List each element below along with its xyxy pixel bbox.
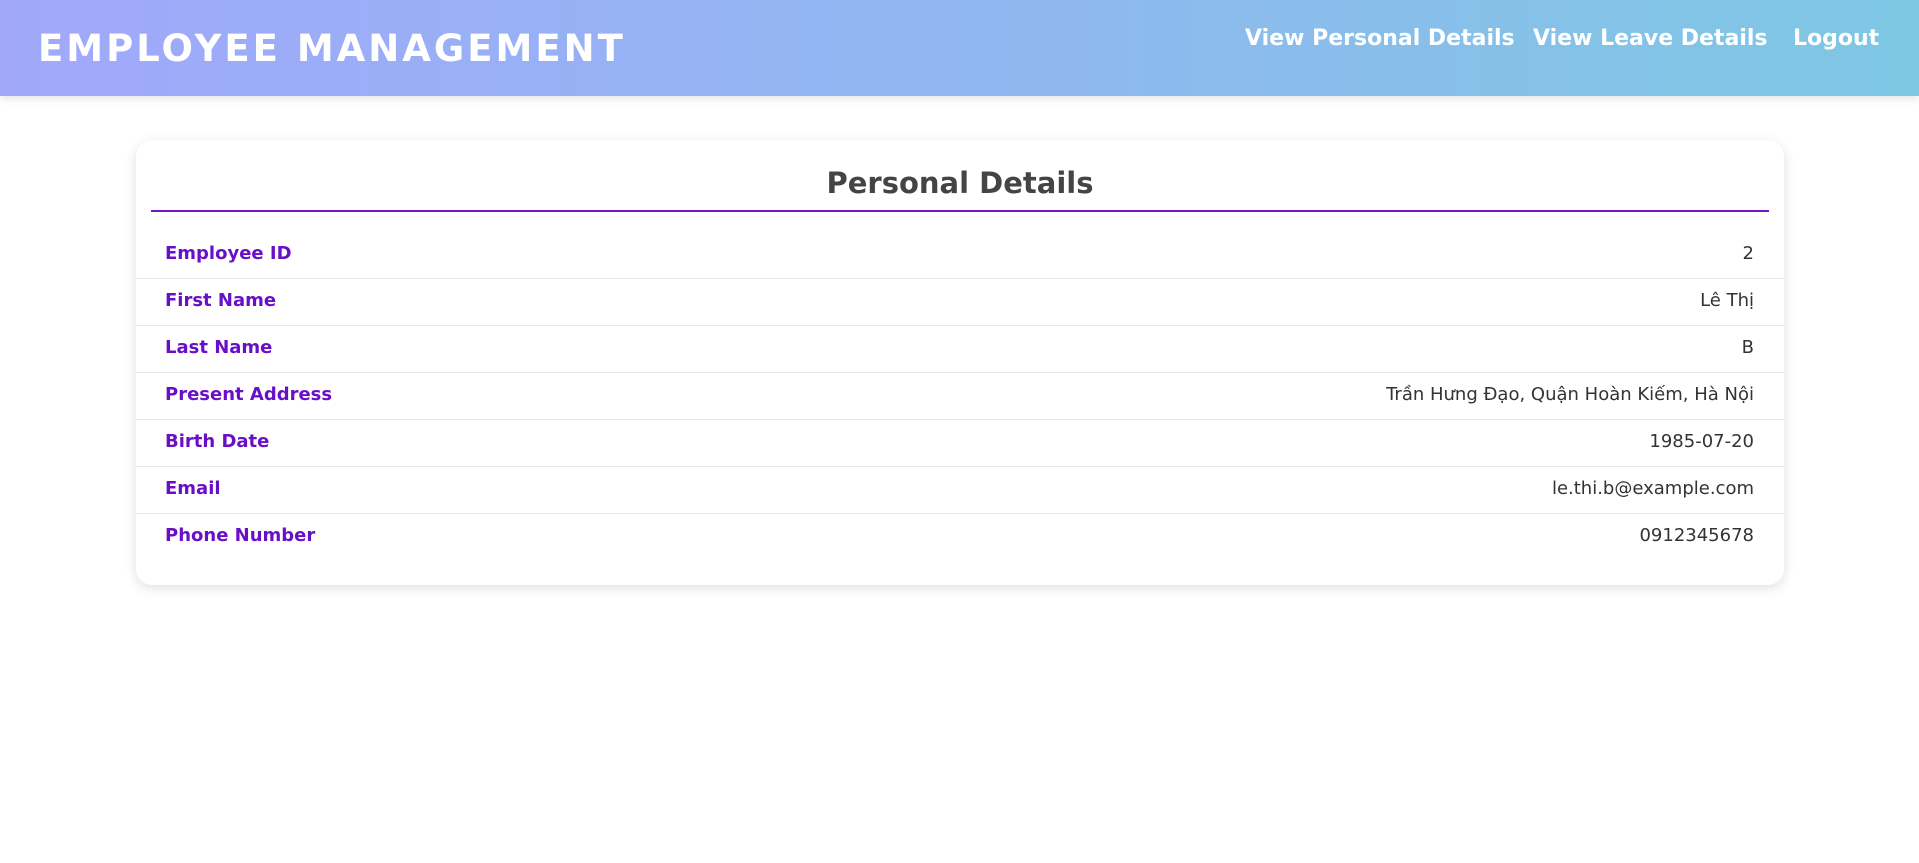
detail-value: B bbox=[1741, 337, 1754, 358]
detail-value: Lê Thị bbox=[1700, 290, 1754, 311]
detail-label: Last Name bbox=[165, 337, 273, 358]
detail-label: Email bbox=[165, 478, 221, 499]
personal-details-card: Personal Details Employee ID 2 First Nam… bbox=[136, 140, 1784, 585]
detail-row-employee-id: Employee ID 2 bbox=[136, 232, 1784, 279]
detail-value: Trần Hưng Đạo, Quận Hoàn Kiếm, Hà Nội bbox=[1386, 384, 1754, 405]
detail-value: le.thi.b@example.com bbox=[1551, 478, 1754, 499]
detail-row-present-address: Present Address Trần Hưng Đạo, Quận Hoàn… bbox=[136, 373, 1784, 420]
title-divider bbox=[151, 210, 1769, 212]
detail-label: Present Address bbox=[165, 384, 333, 405]
detail-label: Employee ID bbox=[165, 243, 292, 264]
details-list: Employee ID 2 First Name Lê Thị Last Nam… bbox=[136, 232, 1784, 561]
nav-view-leave-details[interactable]: View Leave Details bbox=[1533, 24, 1768, 54]
detail-label: First Name bbox=[165, 290, 277, 311]
page-title: Personal Details bbox=[826, 166, 1094, 200]
detail-row-email: Email le.thi.b@example.com bbox=[136, 467, 1784, 514]
detail-value: 0912345678 bbox=[1639, 525, 1754, 546]
logout-link[interactable]: Logout bbox=[1793, 24, 1879, 54]
nav-view-personal-details[interactable]: View Personal Details bbox=[1245, 24, 1515, 54]
detail-label: Phone Number bbox=[165, 525, 316, 546]
detail-value: 1985-07-20 bbox=[1649, 431, 1754, 452]
detail-row-phone-number: Phone Number 0912345678 bbox=[136, 514, 1784, 561]
top-navigation-bar: EMPLOYEE MANAGEMENT View Personal Detail… bbox=[0, 0, 1919, 96]
detail-row-first-name: First Name Lê Thị bbox=[136, 279, 1784, 326]
app-title: EMPLOYEE MANAGEMENT bbox=[38, 27, 626, 70]
detail-row-last-name: Last Name B bbox=[136, 326, 1784, 373]
detail-label: Birth Date bbox=[165, 431, 270, 452]
detail-row-birth-date: Birth Date 1985-07-20 bbox=[136, 420, 1784, 467]
detail-value: 2 bbox=[1742, 243, 1754, 264]
